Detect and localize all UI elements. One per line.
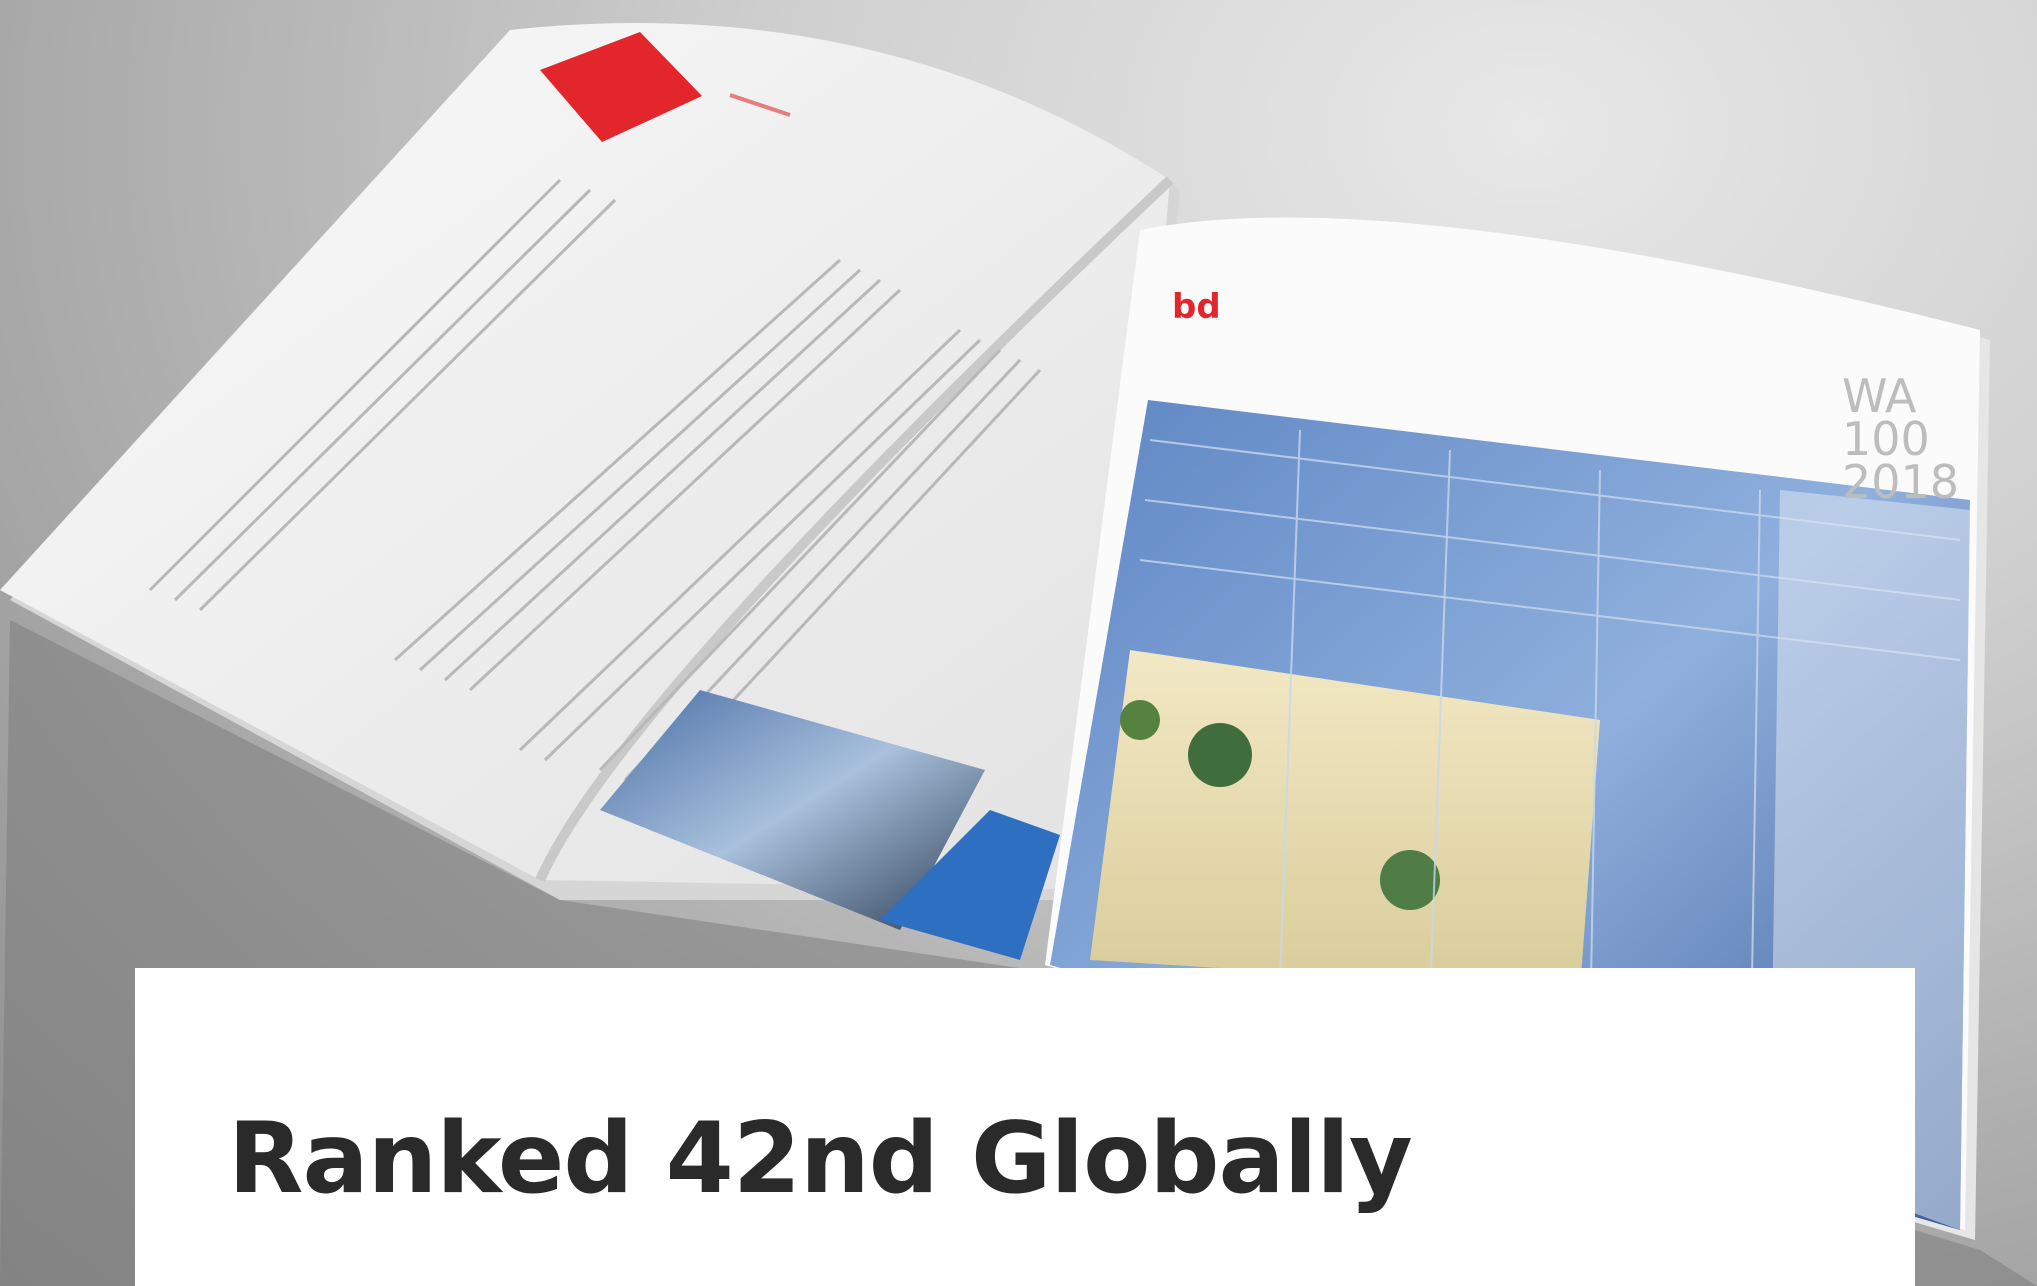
headline-card: Ranked 42nd Globally xyxy=(135,968,1915,1286)
magazine-logo: bd xyxy=(1172,287,1221,327)
cover-text-3: 2018 xyxy=(1842,455,1959,509)
page-title: Ranked 42nd Globally xyxy=(228,1102,1413,1216)
